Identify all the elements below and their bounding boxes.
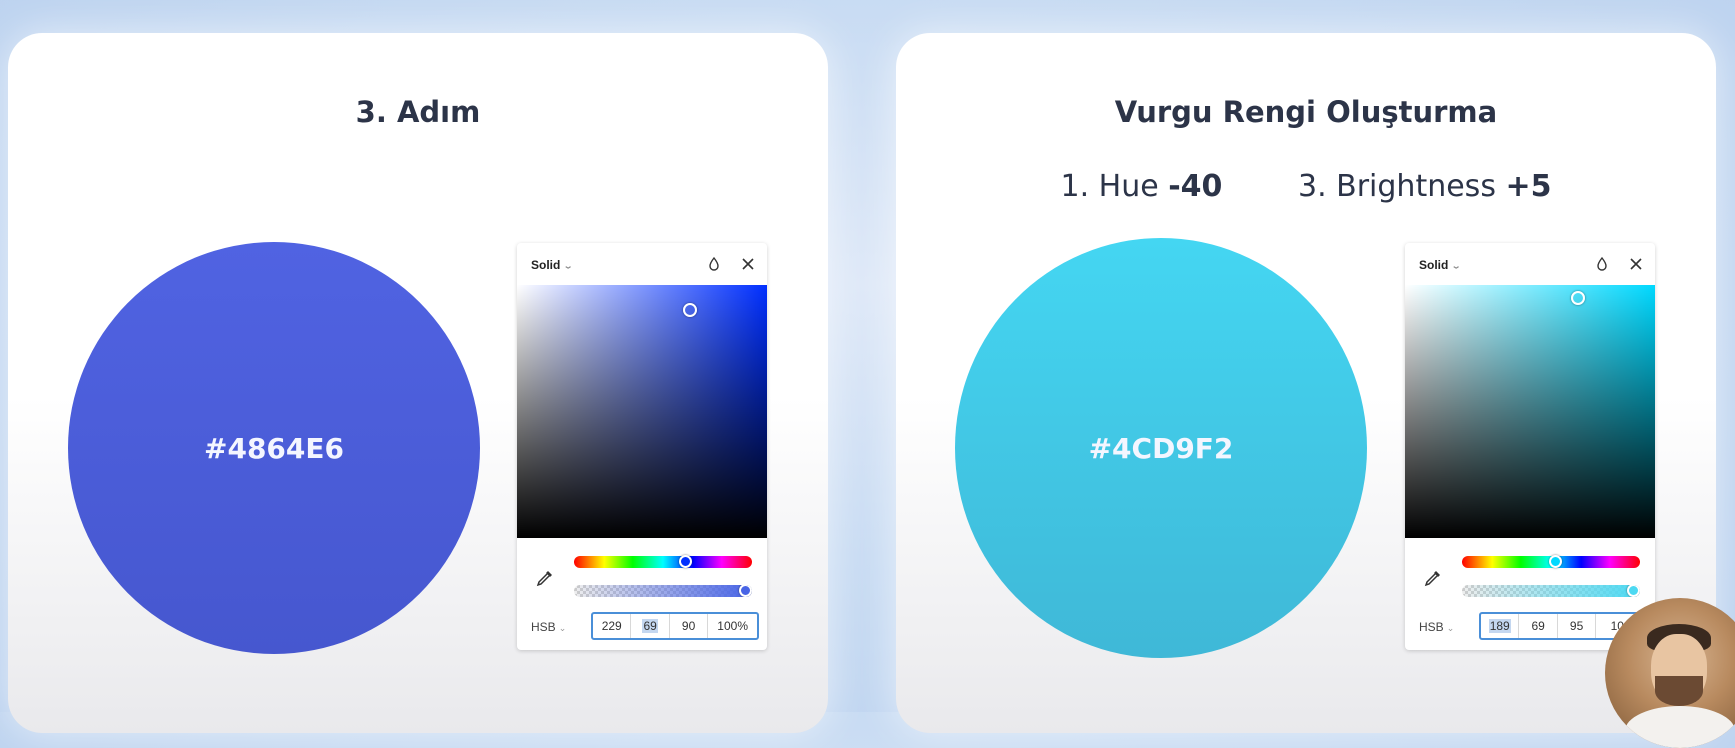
presenter-shirt: [1625, 706, 1735, 748]
step-hue: 1. Hue -40: [1060, 169, 1222, 204]
step-delta: +5: [1505, 169, 1552, 204]
swatch-hex-label: #4CD9F2: [1088, 431, 1234, 465]
chevron-down-icon: ⌄: [1451, 262, 1462, 271]
chevron-down-icon: ⌄: [563, 262, 574, 271]
drop-icon[interactable]: [1595, 256, 1609, 272]
hue-value: 229: [601, 619, 622, 633]
step-label: 3. Brightness: [1297, 169, 1496, 204]
hue-field[interactable]: 189: [1481, 614, 1520, 638]
hsb-fields: 229 69 90 100%: [591, 612, 759, 640]
brightness-field[interactable]: 95: [1558, 614, 1597, 638]
opacity-value: 100%: [717, 619, 748, 633]
hue-slider-handle[interactable]: [678, 555, 692, 568]
close-icon[interactable]: [1627, 255, 1645, 273]
hue-slider[interactable]: [574, 555, 752, 568]
step-label: 1. Hue: [1060, 169, 1159, 204]
close-icon[interactable]: [739, 255, 757, 273]
color-swatch: #4CD9F2: [955, 238, 1367, 658]
opacity-slider[interactable]: [1462, 585, 1640, 597]
accent-color-card: Vurgu Rengi Oluşturma 1. Hue -40 3. Brig…: [896, 33, 1716, 733]
step-brightness: 3. Brightness +5: [1298, 169, 1552, 204]
eyedropper-icon[interactable]: [1423, 568, 1443, 588]
saturation-field[interactable]: 69: [1519, 614, 1558, 638]
step-3-card: 3. Adım #4864E6 Solid ⌄ HSB ⌄ 229 69 90 …: [8, 33, 828, 733]
sv-handle[interactable]: [1570, 290, 1585, 305]
color-mode-dropdown[interactable]: HSB ⌄: [531, 620, 566, 634]
hue-value: 189: [1488, 619, 1511, 633]
saturation-brightness-area[interactable]: [1405, 285, 1655, 538]
hue-slider-handle[interactable]: [1548, 555, 1562, 568]
fill-type-dropdown[interactable]: Solid ⌄: [531, 258, 574, 272]
brightness-value: 95: [1569, 619, 1584, 633]
picker-header: Solid ⌄: [1405, 243, 1655, 285]
saturation-field[interactable]: 69: [631, 614, 670, 638]
color-picker: Solid⌄ HSB⌄ 189 69 95 100: [1405, 243, 1655, 650]
sv-black-layer: [517, 285, 767, 538]
eyedropper-icon[interactable]: [535, 568, 555, 588]
color-mode-label: HSB: [1419, 620, 1444, 634]
presenter-beard: [1655, 676, 1703, 706]
hue-slider[interactable]: [1462, 555, 1640, 568]
brightness-value: 90: [681, 619, 696, 633]
step-delta: -40: [1168, 169, 1223, 204]
fill-type-dropdown[interactable]: Solid ⌄: [1419, 258, 1462, 272]
color-mode-dropdown[interactable]: HSB ⌄: [1419, 620, 1454, 634]
fill-type-label: Solid: [1419, 258, 1449, 272]
opacity-slider[interactable]: [574, 585, 752, 597]
picker-header: Solid ⌄: [517, 243, 767, 285]
sv-black-layer: [1405, 285, 1655, 538]
adjustment-steps: 1. Hue -40 3. Brightness +5: [896, 169, 1716, 204]
fill-type-label: Solid: [531, 258, 561, 272]
saturation-brightness-area[interactable]: [517, 285, 767, 538]
card-title: Vurgu Rengi Oluşturma: [1114, 95, 1498, 129]
card-title: 3. Adım: [355, 95, 481, 129]
saturation-value: 69: [642, 619, 658, 633]
saturation-value: 69: [1531, 619, 1545, 633]
opacity-fill: [574, 585, 752, 597]
drop-icon[interactable]: [707, 256, 721, 272]
color-mode-label: HSB: [531, 620, 556, 634]
brightness-field[interactable]: 90: [670, 614, 709, 638]
opacity-field[interactable]: 100%: [708, 614, 757, 638]
color-swatch: #4864E6: [68, 242, 480, 654]
swatch-hex-label: #4864E6: [204, 431, 344, 465]
hue-field[interactable]: 229: [593, 614, 632, 638]
opacity-fill: [1462, 585, 1640, 597]
color-picker: Solid ⌄ HSB ⌄ 229 69 90 100%: [517, 243, 767, 650]
chevron-down-icon: ⌄: [1446, 623, 1455, 633]
sv-handle[interactable]: [682, 303, 697, 318]
chevron-down-icon: ⌄: [558, 623, 567, 633]
